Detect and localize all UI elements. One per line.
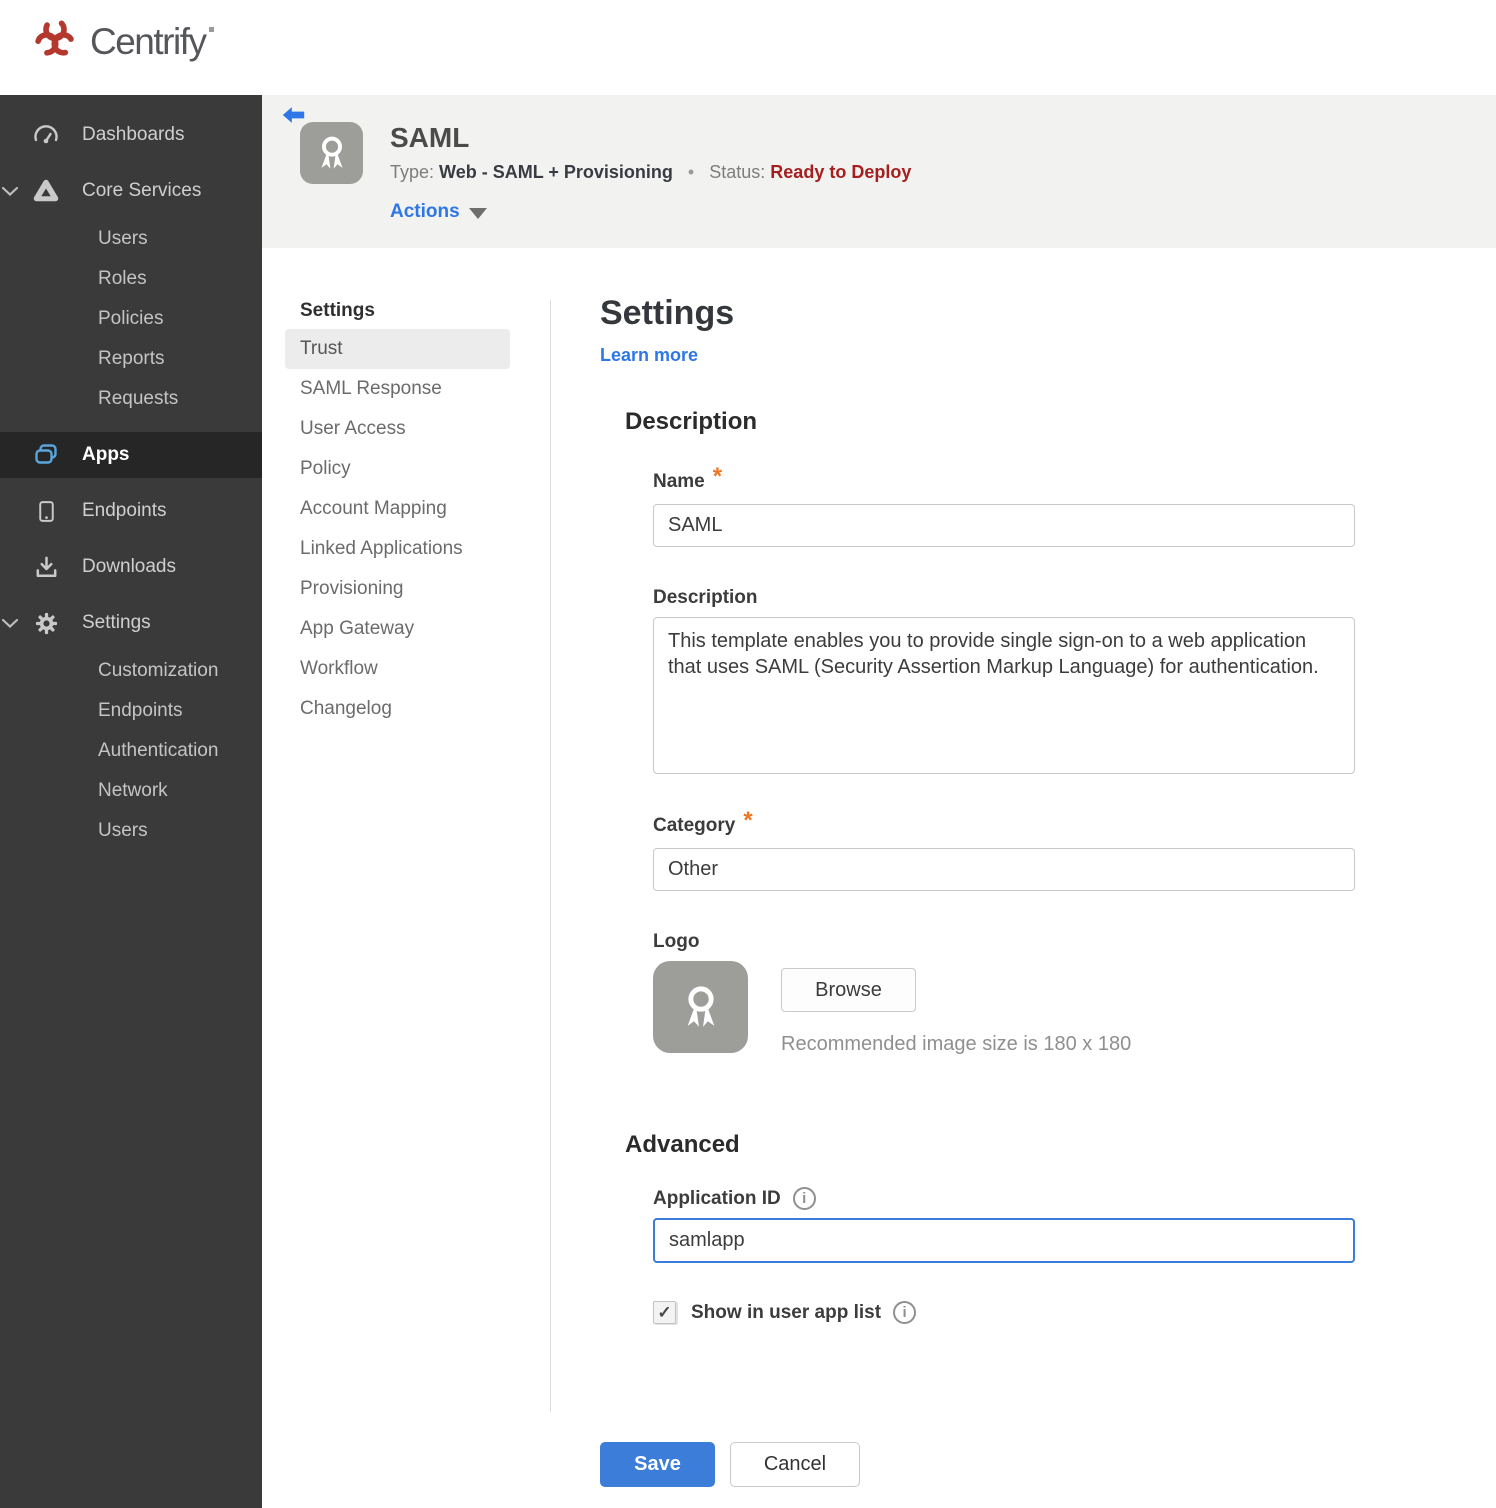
- sidebar-item-core-services[interactable]: Core Services: [0, 163, 262, 219]
- form-actions: Save Cancel: [600, 1442, 860, 1487]
- sidebar-item-network[interactable]: Network: [0, 771, 262, 811]
- sidebar-item-customization[interactable]: Customization: [0, 651, 262, 691]
- type-value: Web - SAML + Provisioning: [439, 162, 673, 182]
- subnav-item-user-access[interactable]: User Access: [285, 409, 510, 449]
- brand-name: Centrify: [90, 20, 216, 62]
- settings-subnav: Settings Trust SAML Response User Access…: [285, 293, 510, 729]
- sidebar-item-label: Network: [98, 780, 168, 801]
- info-icon[interactable]: [893, 1301, 917, 1324]
- sidebar-item-reports[interactable]: Reports: [0, 339, 262, 379]
- sidebar-item-settings-users[interactable]: Users: [0, 811, 262, 851]
- sidebar-item-users[interactable]: Users: [0, 219, 262, 259]
- subnav-item-policy[interactable]: Policy: [285, 449, 510, 489]
- show-in-user-app-list-checkbox[interactable]: [653, 1301, 676, 1324]
- settings-title: Settings: [600, 294, 735, 332]
- sidebar-item-label: Reports: [98, 348, 165, 369]
- browse-button[interactable]: Browse: [781, 968, 916, 1012]
- sidebar: Dashboards Core Services Users Roles Pol…: [0, 95, 262, 1508]
- gauge-icon: [31, 121, 61, 149]
- app-meta: Type: Web - SAML + Provisioning • Status…: [390, 162, 911, 183]
- centrify-swirl-icon: [28, 12, 82, 71]
- gear-icon: [31, 610, 61, 637]
- vertical-divider: [550, 300, 551, 1412]
- sidebar-item-label: Customization: [98, 660, 219, 681]
- sidebar-item-label: Endpoints: [98, 700, 183, 721]
- subnav-item-workflow[interactable]: Workflow: [285, 649, 510, 689]
- subnav-item-account-mapping[interactable]: Account Mapping: [285, 489, 510, 529]
- learn-more-link[interactable]: Learn more: [600, 345, 698, 366]
- sidebar-item-label: Requests: [98, 388, 179, 409]
- settings-panel: Settings Learn more Description Name * D…: [600, 293, 1358, 1324]
- sidebar-item-label: Apps: [82, 444, 130, 465]
- mobile-device-icon: [31, 499, 61, 524]
- sidebar-item-label: Endpoints: [82, 500, 167, 521]
- page-title: SAML: [390, 122, 470, 153]
- award-ribbon-icon: [687, 986, 714, 1027]
- sidebar-item-policies[interactable]: Policies: [0, 299, 262, 339]
- show-in-user-app-list-label: Show in user app list: [691, 1301, 882, 1323]
- application-id-field[interactable]: [653, 1218, 1355, 1263]
- category-label: Category *: [653, 807, 753, 836]
- subnav-item-changelog[interactable]: Changelog: [285, 689, 510, 729]
- app-logo-badge: [300, 122, 363, 184]
- sidebar-item-label: Users: [98, 820, 148, 841]
- sidebar-item-label: Settings: [82, 612, 151, 633]
- logo-preview: [653, 961, 748, 1053]
- actions-label: Actions: [390, 201, 460, 222]
- brand-logo: Centrify: [28, 12, 216, 71]
- category-field[interactable]: [653, 848, 1355, 891]
- application-id-label: Application ID: [653, 1187, 1358, 1210]
- sidebar-item-label: Downloads: [82, 556, 176, 577]
- description-section-title: Description: [625, 408, 758, 435]
- description-field[interactable]: This template enables you to provide sin…: [653, 617, 1355, 774]
- cancel-button[interactable]: Cancel: [730, 1442, 860, 1487]
- status-label: Status:: [709, 162, 766, 182]
- sidebar-item-label: Roles: [98, 268, 147, 289]
- sidebar-item-label: Core Services: [82, 180, 202, 201]
- chevron-down-icon: [1, 180, 19, 202]
- core-services-icon: [31, 177, 61, 205]
- save-button[interactable]: Save: [600, 1442, 715, 1487]
- caret-down-icon: [468, 208, 487, 219]
- subnav-item-trust[interactable]: Trust: [285, 329, 510, 369]
- name-field[interactable]: [653, 504, 1355, 547]
- subnav-item-linked-applications[interactable]: Linked Applications: [285, 529, 510, 569]
- advanced-section-title: Advanced: [625, 1131, 740, 1158]
- subnav-heading: Settings: [300, 300, 375, 321]
- sidebar-item-endpoints[interactable]: Endpoints: [0, 483, 262, 539]
- meta-separator: •: [687, 162, 695, 182]
- sidebar-item-downloads[interactable]: Downloads: [0, 539, 262, 595]
- info-icon[interactable]: [792, 1187, 816, 1210]
- sidebar-item-settings-endpoints[interactable]: Endpoints: [0, 691, 262, 731]
- actions-dropdown[interactable]: Actions: [390, 201, 487, 223]
- name-label: Name *: [653, 463, 723, 492]
- sidebar-item-label: Policies: [98, 308, 164, 329]
- sidebar-item-authentication[interactable]: Authentication: [0, 731, 262, 771]
- sidebar-item-label: Users: [98, 228, 148, 249]
- sidebar-item-requests[interactable]: Requests: [0, 379, 262, 419]
- type-label: Type:: [390, 162, 435, 182]
- description-label: Description: [653, 587, 758, 608]
- subnav-item-app-gateway[interactable]: App Gateway: [285, 609, 510, 649]
- sidebar-item-roles[interactable]: Roles: [0, 259, 262, 299]
- chevron-down-icon: [1, 612, 19, 634]
- logo-label: Logo: [653, 931, 700, 952]
- required-asterisk: *: [712, 463, 723, 490]
- subnav-item-provisioning[interactable]: Provisioning: [285, 569, 510, 609]
- sidebar-item-label: Dashboards: [82, 124, 185, 145]
- sidebar-item-settings[interactable]: Settings: [0, 595, 262, 651]
- subnav-item-saml-response[interactable]: SAML Response: [285, 369, 510, 409]
- top-bar: Centrify: [0, 0, 1496, 95]
- sidebar-item-dashboards[interactable]: Dashboards: [0, 107, 262, 163]
- sidebar-item-apps[interactable]: Apps: [0, 432, 262, 478]
- status-value: Ready to Deploy: [770, 162, 912, 182]
- app-header: SAML Type: Web - SAML + Provisioning • S…: [262, 95, 1496, 248]
- apps-icon: [31, 441, 61, 469]
- required-asterisk: *: [743, 807, 753, 834]
- download-icon: [31, 554, 61, 581]
- recommended-size-text: Recommended image size is 180 x 180: [781, 1033, 1132, 1055]
- award-ribbon-icon: [320, 136, 343, 169]
- sidebar-item-label: Authentication: [98, 740, 219, 761]
